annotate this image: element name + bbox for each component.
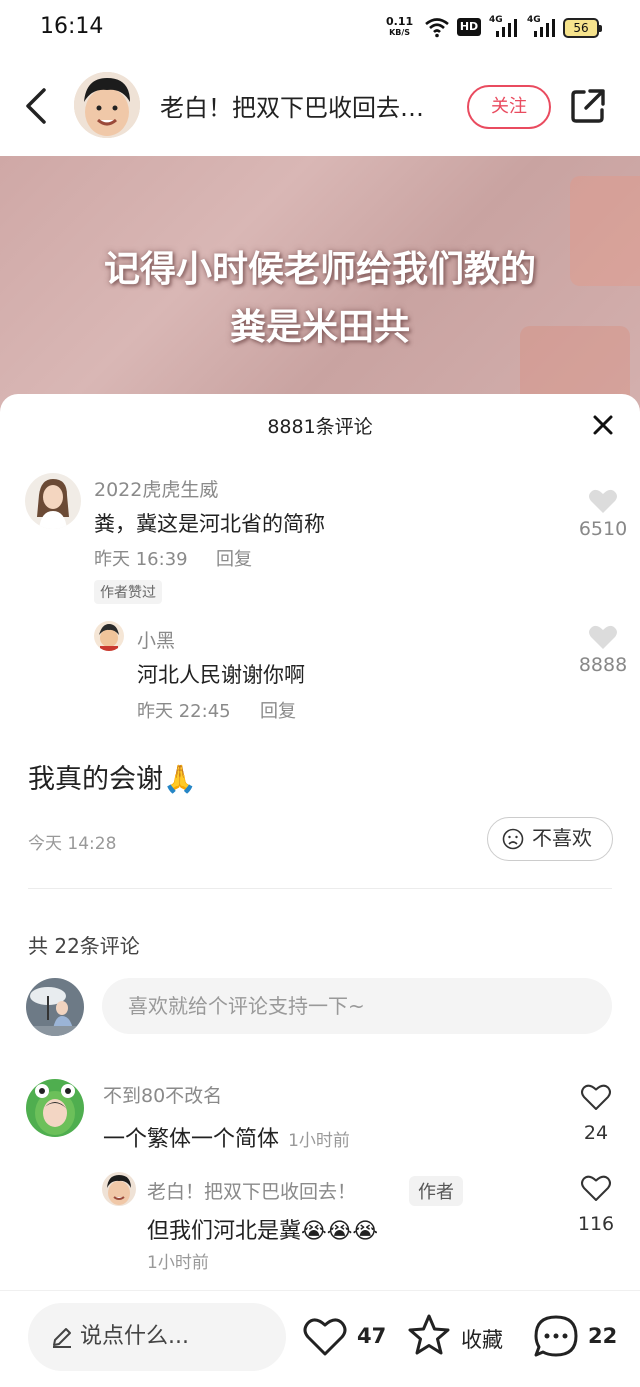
crying-emoji: 😭😭😭 <box>301 1219 379 1244</box>
star-icon[interactable] <box>406 1313 452 1357</box>
status-time: 16:14 <box>40 14 104 39</box>
heart-icon[interactable] <box>588 488 618 514</box>
comment-body: 但我们河北是冀😭😭😭 <box>147 1213 378 1245</box>
comment-text: 一个繁体一个简体 <box>103 1127 280 1152</box>
like-count: 47 <box>357 1324 387 1348</box>
hd-icon: HD <box>457 18 481 36</box>
close-icon[interactable] <box>590 412 616 438</box>
comment-text: 粪，冀这是河北省的简称 <box>94 512 325 536</box>
my-avatar <box>26 978 84 1036</box>
signal-1-icon <box>496 19 517 37</box>
follow-button[interactable]: 关注 <box>467 85 551 129</box>
commenter-avatar[interactable] <box>26 1079 84 1137</box>
network-speed: 0.11 KB/S <box>386 16 413 38</box>
comment-icon[interactable] <box>532 1313 580 1359</box>
status-bar: 16:14 0.11 KB/S HD 4G 4G 56 <box>0 0 640 56</box>
commenter-avatar[interactable] <box>25 473 81 529</box>
say-something-input[interactable]: 说点什么... <box>28 1303 286 1371</box>
share-icon[interactable] <box>568 86 608 126</box>
comment-text: 但我们河北是冀 <box>147 1219 302 1244</box>
author-liked-tag: 作者赞过 <box>94 580 162 604</box>
dislike-button[interactable]: 不喜欢 <box>487 817 613 861</box>
divider <box>28 888 612 889</box>
post-time: 今天 14:28 <box>28 834 117 854</box>
reply-button[interactable]: 回复 <box>216 545 252 571</box>
post-text: 我真的会谢🙏 <box>28 764 197 795</box>
like-count: 116 <box>577 1213 615 1235</box>
comment-input[interactable]: 喜欢就给个评论支持一下~ <box>102 978 612 1034</box>
video-player[interactable]: 记得小时候老师给我们教的 粪是米田共 <box>0 156 640 416</box>
signal-2-icon <box>534 19 555 37</box>
video-caption-line-2: 粪是米田共 <box>229 307 410 348</box>
heart-icon[interactable] <box>580 1173 612 1203</box>
comment-username[interactable]: 2022虎虎生威 <box>94 475 218 502</box>
reply-username[interactable]: 小黑 <box>137 626 175 653</box>
reply-time: 昨天 22:45 <box>137 701 231 722</box>
comment-username[interactable]: 不到80不改名 <box>103 1081 222 1108</box>
battery-icon: 56 <box>563 18 602 38</box>
reply-avatar[interactable] <box>94 621 124 651</box>
bottom-action-bar: 说点什么... 47 收藏 22 <box>0 1290 640 1387</box>
wifi-icon <box>425 18 449 38</box>
author-name[interactable]: 老白！把双下巴收回去… <box>160 88 460 123</box>
comment-time: 1小时前 <box>147 1253 209 1273</box>
say-something-placeholder: 说点什么... <box>80 1324 189 1349</box>
reply-button[interactable]: 回复 <box>260 697 296 723</box>
pencil-icon <box>53 1328 71 1348</box>
author-badge: 作者 <box>409 1176 463 1206</box>
like-count: 8888 <box>578 654 628 676</box>
heart-icon[interactable] <box>580 1082 612 1112</box>
comment-time: 1小时前 <box>288 1131 350 1151</box>
comment-body: 一个繁体一个简体 1小时前 <box>103 1121 350 1153</box>
video-caption-line-1: 记得小时候老师给我们教的 <box>103 249 536 290</box>
comment-count: 22 <box>588 1324 618 1348</box>
comment-username[interactable]: 老白！把双下巴收回去！ <box>147 1177 356 1204</box>
heart-icon[interactable] <box>588 624 618 650</box>
sad-face-icon <box>502 828 524 850</box>
dislike-label: 不喜欢 <box>532 826 592 850</box>
network-speed-unit: KB/S <box>389 28 411 37</box>
like-icon[interactable] <box>302 1315 348 1357</box>
collect-label[interactable]: 收藏 <box>461 1324 503 1354</box>
comment-sheet-title: 8881条评论 <box>267 416 373 438</box>
header: 老白！把双下巴收回去… 关注 <box>0 56 640 156</box>
like-count: 6510 <box>578 518 628 540</box>
like-count: 24 <box>583 1122 609 1144</box>
author-reply-avatar[interactable] <box>102 1172 136 1206</box>
comment-time: 昨天 16:39 <box>94 549 188 570</box>
comments-count: 共 22条评论 <box>28 934 140 958</box>
author-avatar[interactable] <box>74 72 140 138</box>
reply-text: 河北人民谢谢你啊 <box>137 663 305 687</box>
back-icon[interactable] <box>20 84 56 128</box>
